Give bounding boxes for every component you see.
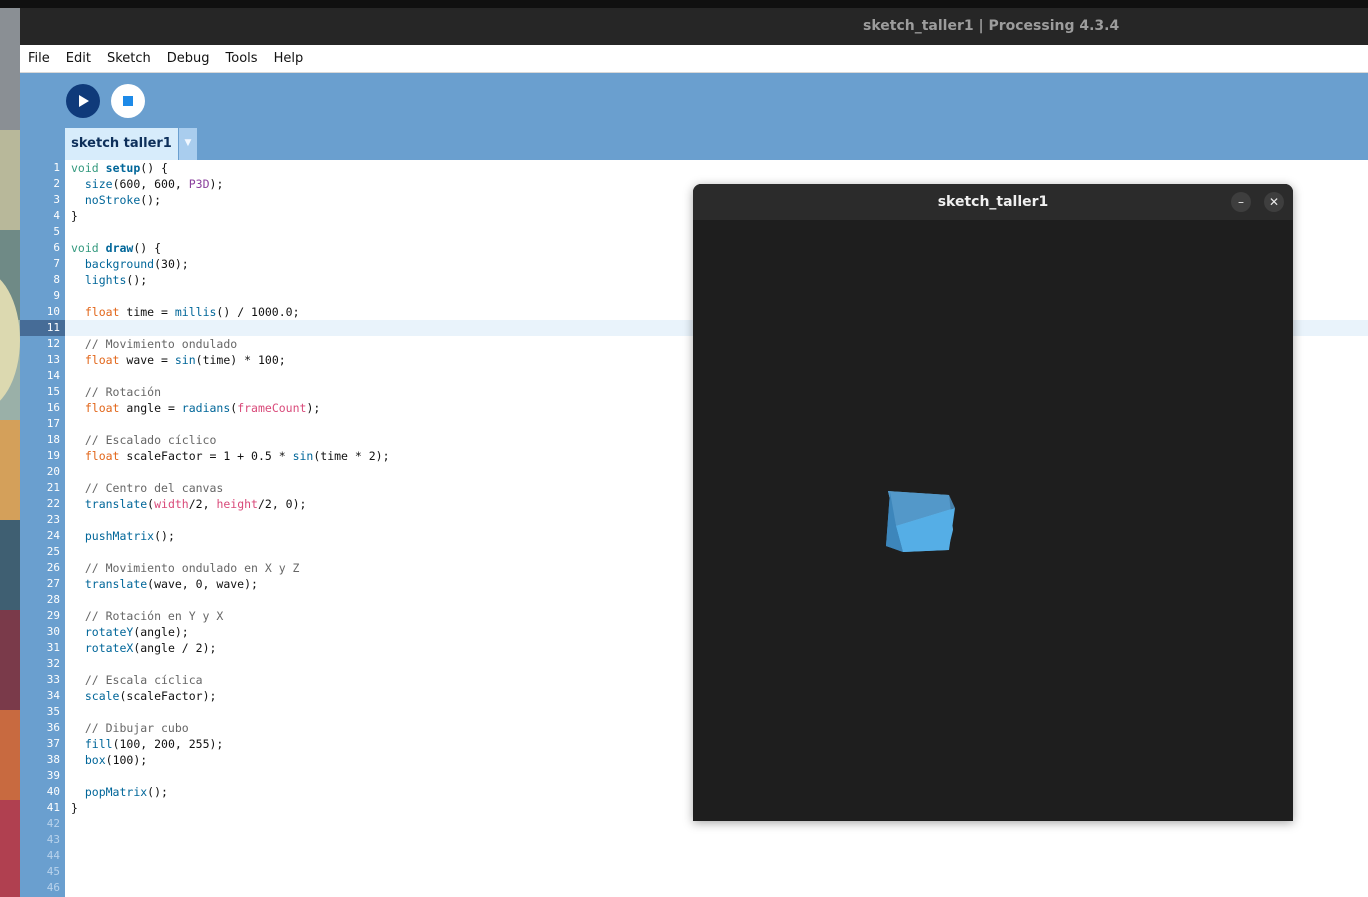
code-line[interactable]: float wave = sin(time) * 100; [71, 352, 286, 368]
line-number: 45 [46, 865, 60, 878]
line-number: 11 [46, 321, 60, 334]
sketch-canvas[interactable] [693, 220, 1293, 821]
code-line[interactable]: void setup() { [71, 160, 168, 176]
line-number: 33 [46, 673, 60, 686]
sketch-window-title: sketch_taller1 [693, 184, 1293, 220]
sketch-window[interactable]: sketch_taller1 – ✕ [693, 184, 1293, 821]
line-number: 1 [53, 161, 60, 174]
line-number: 26 [46, 561, 60, 574]
tab-menu-icon[interactable]: ▼ [179, 128, 197, 160]
code-line[interactable]: // Rotación en Y y X [71, 608, 223, 624]
code-line[interactable]: noStroke(); [71, 192, 161, 208]
line-number: 29 [46, 609, 60, 622]
code-line[interactable]: lights(); [71, 272, 147, 288]
code-line[interactable]: // Escalado cíclico [71, 432, 217, 448]
toolbar: sketch taller1 ▼ [20, 73, 1368, 160]
code-line[interactable]: // Centro del canvas [71, 480, 223, 496]
line-number: 24 [46, 529, 60, 542]
line-number: 28 [46, 593, 60, 606]
line-number: 31 [46, 641, 60, 654]
menu-edit[interactable]: Edit [58, 45, 99, 72]
line-number: 40 [46, 785, 60, 798]
line-number: 7 [53, 257, 60, 270]
line-number: 36 [46, 721, 60, 734]
code-line[interactable]: popMatrix(); [71, 784, 168, 800]
code-line[interactable]: float time = millis() / 1000.0; [71, 304, 300, 320]
run-button[interactable] [66, 84, 100, 118]
code-line[interactable]: float angle = radians(frameCount); [71, 400, 320, 416]
line-number: 35 [46, 705, 60, 718]
line-number: 14 [46, 369, 60, 382]
stop-button[interactable] [111, 84, 145, 118]
stop-icon [123, 96, 133, 106]
cube-render [886, 491, 955, 552]
line-number: 15 [46, 385, 60, 398]
menu-tools[interactable]: Tools [218, 45, 266, 72]
line-number: 41 [46, 801, 60, 814]
code-line[interactable]: // Escala cíclica [71, 672, 203, 688]
code-line[interactable]: rotateY(angle); [71, 624, 189, 640]
line-number: 23 [46, 513, 60, 526]
desktop-background [0, 0, 20, 897]
code-line[interactable]: size(600, 600, P3D); [71, 176, 224, 192]
line-number: 12 [46, 337, 60, 350]
menu-bar: File Edit Sketch Debug Tools Help [20, 45, 1368, 73]
line-number: 42 [46, 817, 60, 830]
line-number: 38 [46, 753, 60, 766]
code-line[interactable]: background(30); [71, 256, 189, 272]
line-number: 8 [53, 273, 60, 286]
line-number: 22 [46, 497, 60, 510]
line-number: 32 [46, 657, 60, 670]
line-number: 16 [46, 401, 60, 414]
line-number: 30 [46, 625, 60, 638]
code-line[interactable]: translate(wave, 0, wave); [71, 576, 258, 592]
code-line[interactable]: float scaleFactor = 1 + 0.5 * sin(time *… [71, 448, 390, 464]
window-titlebar[interactable]: sketch_taller1 | Processing 4.3.4 [20, 8, 1368, 45]
window-title: sketch_taller1 | Processing 4.3.4 [863, 18, 1120, 34]
code-line[interactable]: scale(scaleFactor); [71, 688, 217, 704]
menu-debug[interactable]: Debug [159, 45, 218, 72]
play-icon [79, 95, 89, 107]
line-number: 18 [46, 433, 60, 446]
line-number: 17 [46, 417, 60, 430]
code-line[interactable]: // Dibujar cubo [71, 720, 189, 736]
code-line[interactable]: fill(100, 200, 255); [71, 736, 223, 752]
line-number: 13 [46, 353, 60, 366]
code-line[interactable]: rotateX(angle / 2); [71, 640, 217, 656]
line-number: 37 [46, 737, 60, 750]
line-number: 19 [46, 449, 60, 462]
code-line[interactable]: // Rotación [71, 384, 161, 400]
line-number: 4 [53, 209, 60, 222]
tab-sketch-taller1[interactable]: sketch taller1 [65, 128, 178, 160]
line-number: 43 [46, 833, 60, 846]
code-line[interactable]: // Movimiento ondulado [71, 336, 237, 352]
line-number: 9 [53, 289, 60, 302]
close-button[interactable]: ✕ [1264, 192, 1284, 212]
line-number: 6 [53, 241, 60, 254]
code-line[interactable]: } [71, 800, 78, 816]
code-line[interactable]: pushMatrix(); [71, 528, 175, 544]
menu-file[interactable]: File [20, 45, 58, 72]
line-number: 3 [53, 193, 60, 206]
code-line[interactable]: } [71, 208, 78, 224]
menu-help[interactable]: Help [266, 45, 312, 72]
line-number: 27 [46, 577, 60, 590]
line-number: 44 [46, 849, 60, 862]
line-number: 46 [46, 881, 60, 894]
line-number: 20 [46, 465, 60, 478]
line-number: 2 [53, 177, 60, 190]
line-number: 25 [46, 545, 60, 558]
code-line[interactable]: box(100); [71, 752, 147, 768]
top-panel [0, 0, 1368, 8]
line-number: 10 [46, 305, 60, 318]
line-number: 5 [53, 225, 60, 238]
line-number: 39 [46, 769, 60, 782]
code-line[interactable]: void draw() { [71, 240, 161, 256]
menu-sketch[interactable]: Sketch [99, 45, 159, 72]
minimize-button[interactable]: – [1231, 192, 1251, 212]
line-number: 21 [46, 481, 60, 494]
code-line[interactable]: // Movimiento ondulado en X y Z [71, 560, 300, 576]
code-line[interactable]: translate(width/2, height/2, 0); [71, 496, 307, 512]
line-number: 34 [46, 689, 60, 702]
